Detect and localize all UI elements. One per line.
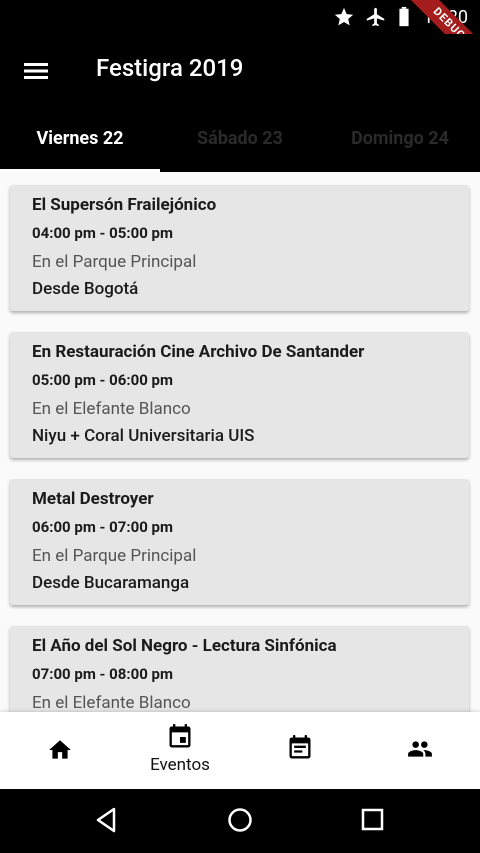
event-title: En Restauración Cine Archivo De Santande… <box>32 342 365 362</box>
event-card[interactable]: El Año del Sol Negro - Lectura Sinfónica… <box>10 626 469 712</box>
event-title: El Año del Sol Negro - Lectura Sinfónica <box>32 636 337 656</box>
nav-home[interactable] <box>0 712 120 789</box>
app-bar: Festigra 2019 <box>0 34 480 108</box>
calendar-list-icon <box>289 735 311 759</box>
event-subtitle: Desde Bucaramanga <box>32 573 190 593</box>
event-place: En el Elefante Blanco <box>32 399 191 419</box>
nav-people[interactable] <box>360 712 480 789</box>
status-bar: 10:20 DEBUG <box>0 0 480 78</box>
nav-eventos-label: Eventos <box>150 755 210 775</box>
home-circle-icon[interactable] <box>225 805 255 835</box>
back-icon[interactable] <box>92 805 122 835</box>
event-title: Metal Destroyer <box>32 489 154 509</box>
event-time: 04:00 pm - 05:00 pm <box>32 224 173 242</box>
system-navigation-bar <box>0 789 480 853</box>
event-time: 05:00 pm - 06:00 pm <box>32 371 173 389</box>
event-time: 07:00 pm - 08:00 pm <box>32 665 173 683</box>
home-icon <box>49 740 71 759</box>
event-card[interactable]: El Supersón Frailejónico 04:00 pm - 05:0… <box>10 185 469 311</box>
calendar-event-icon <box>169 724 191 748</box>
recents-square-icon[interactable] <box>358 805 388 835</box>
event-place: En el Parque Principal <box>32 252 197 272</box>
app-title: Festigra 2019 <box>96 54 244 82</box>
tab-viernes[interactable]: Viernes 22 <box>0 108 160 172</box>
event-title: El Supersón Frailejónico <box>32 195 217 215</box>
event-time: 06:00 pm - 07:00 pm <box>32 518 173 536</box>
nav-eventos[interactable]: Eventos <box>120 712 240 789</box>
battery-icon <box>399 6 409 27</box>
hamburger-menu-icon <box>24 63 48 79</box>
day-tabs: Viernes 22 Sábado 23 Domingo 24 <box>0 108 480 172</box>
event-card[interactable]: Metal Destroyer 06:00 pm - 07:00 pm En e… <box>10 479 469 605</box>
airplane-icon <box>367 7 385 27</box>
star-icon <box>335 7 354 26</box>
event-subtitle: Niyu + Coral Universitaria UIS <box>32 426 255 446</box>
event-list: El Supersón Frailejónico 04:00 pm - 05:0… <box>0 172 480 712</box>
tab-sabado[interactable]: Sábado 23 <box>160 108 320 172</box>
event-place: En el Parque Principal <box>32 546 197 566</box>
tab-domingo[interactable]: Domingo 24 <box>320 108 480 172</box>
nav-schedule[interactable] <box>240 712 360 789</box>
event-card[interactable]: En Restauración Cine Archivo De Santande… <box>10 332 469 458</box>
event-subtitle: Desde Bogotá <box>32 279 139 299</box>
bottom-navigation: Eventos <box>0 712 480 789</box>
people-icon <box>408 741 432 757</box>
menu-button[interactable] <box>20 56 54 86</box>
event-place: En el Elefante Blanco <box>32 693 191 712</box>
